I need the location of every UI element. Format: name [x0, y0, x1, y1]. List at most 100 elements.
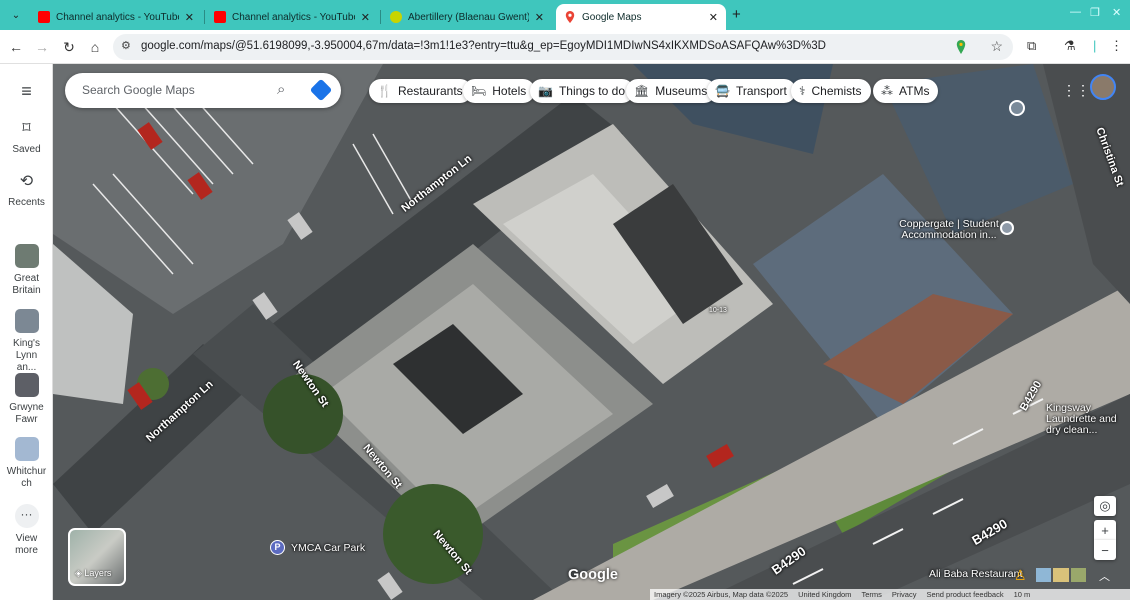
weather-icon — [390, 11, 402, 23]
chip-chemists[interactable]: ⚕ Chemists — [791, 79, 871, 103]
tab-google-maps[interactable]: Google Maps ✕ — [556, 4, 726, 30]
recents-button[interactable]: ⟲ Recents — [0, 173, 53, 209]
poi-label-ali-baba[interactable]: Ali Baba Restaurant — [929, 569, 1022, 580]
recent-place-kings-lynn[interactable]: King's Lynn an... — [0, 309, 53, 374]
maximize-icon[interactable]: ❐ — [1090, 6, 1100, 19]
chip-atms[interactable]: ⁂ ATMs — [873, 79, 939, 103]
browser-toolbar: ← → ↻ ⌂ ⚙ google.com/maps/@51.6198099,-3… — [0, 30, 1130, 64]
place-label: Whitchurch — [6, 466, 47, 489]
tab-1[interactable]: Channel analytics - YouTube St ✕ — [30, 4, 202, 30]
layers-text: Layers — [84, 568, 112, 578]
extensions-icon[interactable]: ⧉ — [1027, 38, 1036, 54]
poi-label-kingsway-laundrette[interactable]: Kingsway Laundrette and dry clean... — [1046, 403, 1130, 436]
my-location-button[interactable]: ◎ — [1094, 496, 1116, 516]
tab-separator — [380, 10, 381, 24]
feedback-link[interactable]: Send product feedback — [926, 590, 1003, 599]
transit-marker-icon[interactable] — [1009, 100, 1025, 116]
search-box[interactable]: Search Google Maps ⌕ — [65, 73, 341, 108]
imagery-thumb[interactable] — [1036, 568, 1052, 582]
bookmark-star-icon[interactable]: ☆ — [990, 38, 1003, 55]
camera-icon: 📷 — [538, 84, 553, 98]
recents-label: Recents — [8, 197, 45, 208]
layers-button[interactable]: ◈ Layers — [68, 528, 126, 586]
tab-search-button[interactable]: ⌄ — [6, 5, 26, 25]
parking-marker-icon[interactable]: P — [270, 540, 285, 555]
chip-restaurants[interactable]: 🍴 Restaurants — [369, 79, 472, 103]
location-icon[interactable] — [955, 40, 967, 54]
place-label: Great Britain — [12, 273, 41, 296]
maps-pin-icon — [564, 11, 576, 23]
chip-hotels[interactable]: 🛏 Hotels — [463, 79, 536, 103]
minimize-icon[interactable]: — — [1070, 6, 1081, 18]
close-icon[interactable]: ✕ — [185, 11, 194, 24]
minus-icon: − — [1101, 542, 1109, 558]
terms-link[interactable]: Terms — [861, 590, 881, 599]
place-thumbnail — [14, 244, 39, 268]
saved-label: Saved — [12, 144, 41, 155]
lab-icon[interactable]: ⚗ — [1064, 38, 1076, 54]
recent-place-great-britain[interactable]: Great Britain — [0, 244, 53, 297]
divider-icon: | — [1093, 38, 1097, 53]
view-more-button[interactable]: ··· View more — [0, 504, 53, 557]
saved-button[interactable]: ⌑ Saved — [0, 120, 53, 156]
bookmark-icon: ⌑ — [22, 120, 31, 137]
privacy-link[interactable]: Privacy — [892, 590, 917, 599]
google-apps-icon[interactable]: ⋮⋮ — [1062, 82, 1090, 99]
plus-icon: + — [1101, 522, 1109, 538]
chip-label: Things to do — [558, 84, 625, 98]
forward-button[interactable]: → — [33, 38, 51, 56]
recent-place-whitchurch[interactable]: Whitchurch — [0, 437, 53, 490]
view-more-label: View more — [15, 533, 38, 556]
tab-strip: ⌄ Channel analytics - YouTube St ✕ Chann… — [0, 0, 1130, 30]
recent-place-grwyne-fawr[interactable]: Grwyne Fawr — [0, 373, 53, 426]
map-footer: Imagery ©2025 Airbus, Map data ©2025 Uni… — [650, 589, 1130, 600]
imagery-thumbnails[interactable] — [1036, 568, 1086, 582]
close-icon[interactable]: ✕ — [709, 11, 718, 24]
more-menu-icon[interactable]: ⋮ — [1110, 38, 1123, 54]
search-input[interactable]: Search Google Maps — [82, 83, 195, 97]
zoom-in-button[interactable]: + — [1094, 520, 1116, 540]
poi-label-ymca-car-park[interactable]: YMCA Car Park — [291, 543, 365, 554]
region-link[interactable]: United Kingdom — [798, 590, 851, 599]
chip-transport[interactable]: 🚍 Transport — [707, 79, 796, 103]
pegman-icon[interactable]: ♙ — [1014, 567, 1027, 584]
place-label: King's Lynn an... — [13, 338, 40, 373]
close-icon[interactable]: ✕ — [361, 11, 370, 24]
scale-label[interactable]: 10 m — [1014, 590, 1031, 599]
more-dots-icon: ··· — [14, 504, 39, 528]
chip-label: Hotels — [492, 84, 527, 98]
layers-icon: ◈ — [75, 568, 85, 578]
avatar[interactable] — [1090, 74, 1116, 100]
close-icon[interactable]: ✕ — [535, 11, 544, 24]
imagery-thumb[interactable] — [1053, 568, 1069, 582]
menu-button[interactable]: ≡ — [0, 82, 53, 106]
place-thumbnail — [14, 373, 39, 397]
chevron-up-icon[interactable]: ︿ — [1099, 568, 1110, 584]
reload-button[interactable]: ↻ — [60, 38, 78, 56]
search-icon[interactable]: ⌕ — [277, 81, 285, 98]
poi-marker-icon[interactable] — [1000, 221, 1014, 235]
poi-label-coppergate[interactable]: Coppergate | Student Accommodation in... — [899, 219, 999, 241]
address-bar[interactable]: ⚙ google.com/maps/@51.6198099,-3.950004,… — [113, 34, 1013, 60]
atm-icon: ⁂ — [881, 84, 893, 98]
history-icon: ⟲ — [19, 173, 34, 190]
tab-2[interactable]: Channel analytics - YouTube St ✕ — [206, 4, 378, 30]
new-tab-button[interactable]: + — [732, 6, 741, 23]
imagery-attribution: Imagery ©2025 Airbus, Map data ©2025 — [654, 590, 789, 599]
site-info-icon[interactable]: ⚙ — [121, 39, 131, 52]
restaurant-icon: 🍴 — [377, 84, 392, 98]
tab-3[interactable]: Abertillery (Blaenau Gwent) we ✕ — [382, 4, 552, 30]
building-number-label: 10-13 — [709, 307, 727, 314]
directions-icon[interactable] — [309, 78, 333, 102]
imagery-thumb[interactable] — [1070, 568, 1086, 582]
chip-things-to-do[interactable]: 📷 Things to do — [530, 79, 634, 103]
tab-title: Channel analytics - YouTube St — [232, 11, 355, 23]
close-window-icon[interactable]: ✕ — [1112, 6, 1121, 19]
home-button[interactable]: ⌂ — [86, 38, 104, 56]
satellite-map[interactable]: Northampton Ln Northampton Ln Newton St … — [53, 64, 1130, 600]
museum-icon: 🏛 — [634, 84, 650, 98]
zoom-out-button[interactable]: − — [1094, 540, 1116, 560]
back-button[interactable]: ← — [7, 38, 25, 56]
place-thumbnail — [14, 309, 39, 333]
chip-museums[interactable]: 🏛 Museums — [626, 79, 717, 103]
